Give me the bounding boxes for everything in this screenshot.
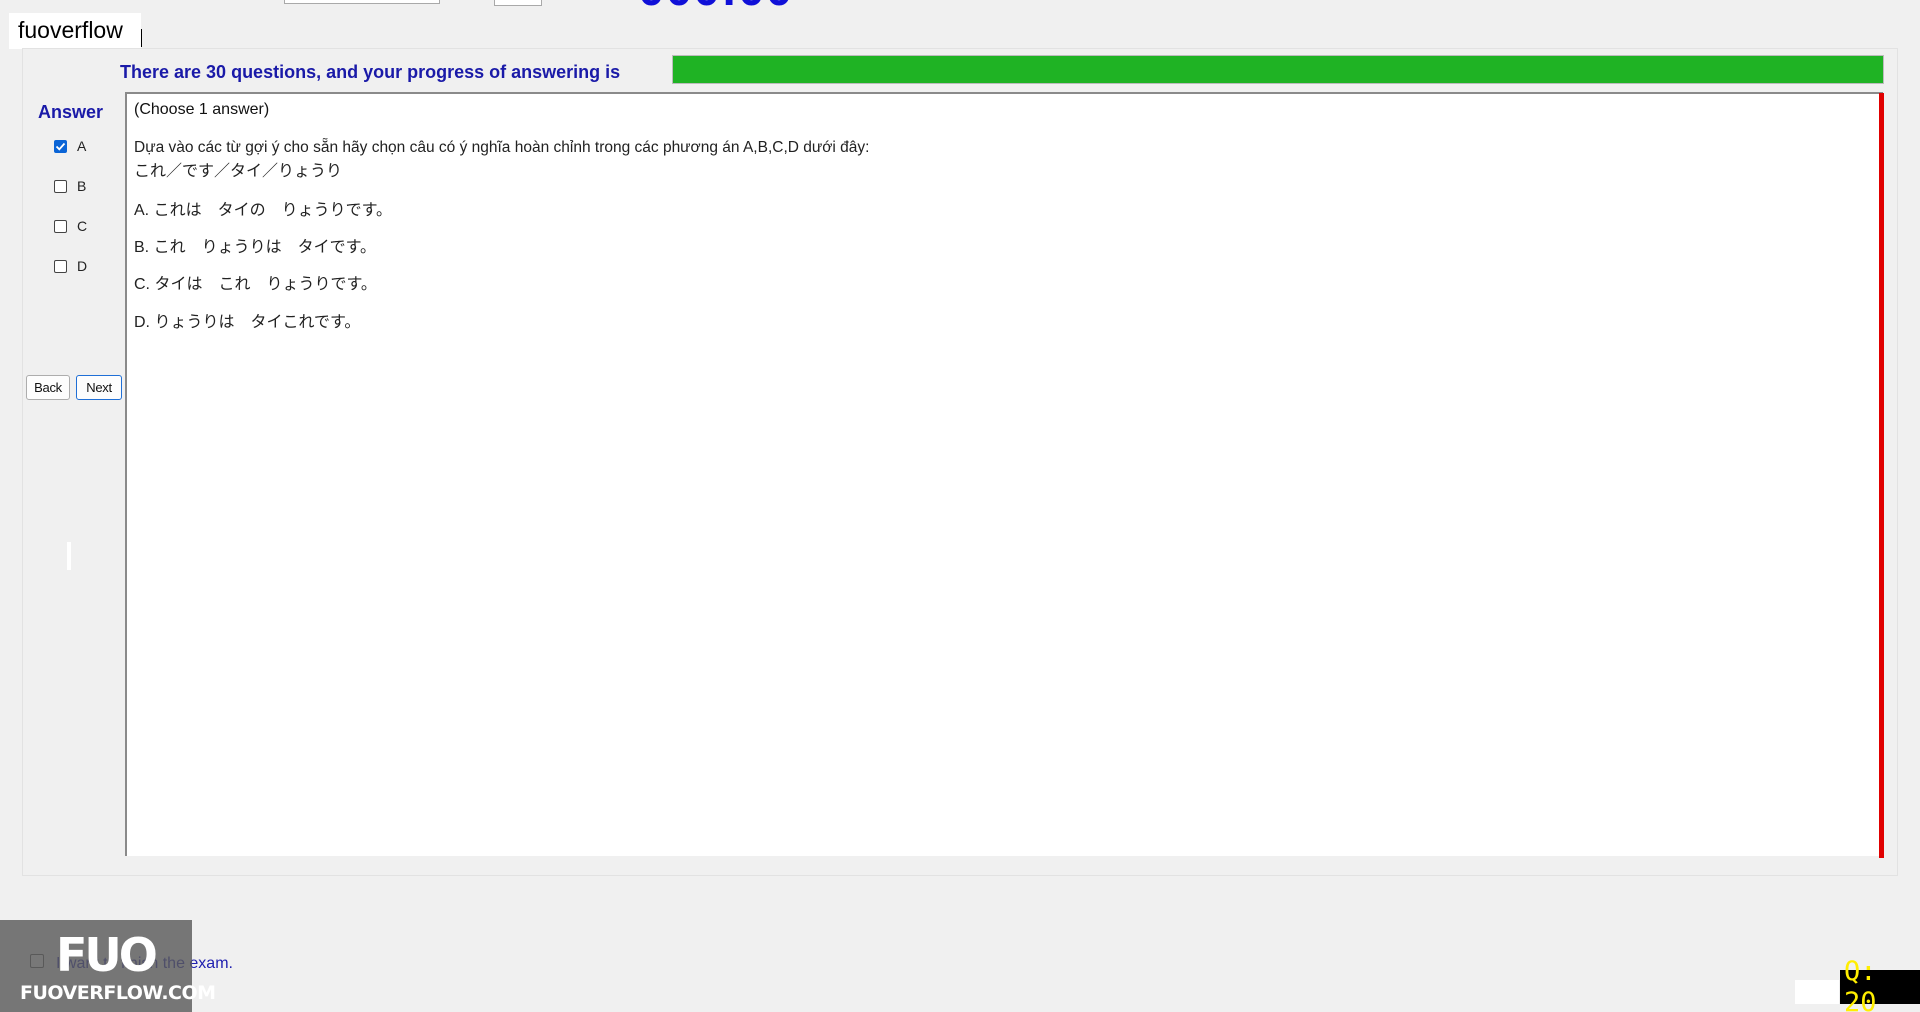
countdown-timer: 000:00 <box>638 0 793 10</box>
question-choice-d: D. りょうりは タイこれです。 <box>134 314 361 331</box>
check-icon <box>55 142 66 151</box>
back-button[interactable]: Back <box>26 375 70 400</box>
answer-option-b[interactable]: B <box>54 176 86 196</box>
progress-bar <box>672 55 1884 84</box>
fuo-logo-site: FUOVERFLOW.COM <box>20 982 216 1004</box>
question-hint-words: これ／です／タイ／りょうり <box>134 163 343 180</box>
answer-letter: B <box>77 178 87 194</box>
side-marker <box>67 542 71 570</box>
answer-checkbox-d[interactable] <box>54 259 67 273</box>
counter-backdrop <box>1795 980 1839 1004</box>
answer-heading: Answer <box>38 102 104 122</box>
answer-letter: D <box>77 258 88 274</box>
fuo-watermark-logo: FUO FUOVERFLOW.COM <box>0 920 216 1012</box>
text-cursor <box>141 29 142 47</box>
answer-checkbox-c[interactable] <box>54 219 67 233</box>
choose-hint: (Choose 1 answer) <box>134 101 270 118</box>
question-choice-b: B. これ りょうりは タイです。 <box>134 239 376 256</box>
fuo-logo-mark: FUO <box>56 928 158 982</box>
answer-option-c[interactable]: C <box>54 216 87 236</box>
question-scrollbar[interactable] <box>1879 93 1884 858</box>
answer-letter: A <box>77 138 87 154</box>
answer-option-d[interactable]: D <box>54 256 87 276</box>
question-counter: Q: 20 <box>1840 956 1920 1012</box>
question-instruction: Dựa vào các từ gợi ý cho sẵn hãy chọn câ… <box>134 139 870 156</box>
brand-label: fuoverflow <box>9 13 141 49</box>
answer-option-a[interactable]: A <box>54 136 86 156</box>
top-combo-box[interactable] <box>284 0 440 4</box>
answer-letter: C <box>77 218 88 234</box>
progress-label: There are 30 questions, and your progres… <box>120 62 621 82</box>
exam-window: 000:00 fuoverflow There are 30 questions… <box>0 0 1920 1012</box>
answer-checkbox-a[interactable] <box>54 139 67 153</box>
question-choice-a: A. これは タイの りょうりです。 <box>134 202 392 219</box>
question-choice-c: C. タイは これ りょうりです。 <box>134 276 377 293</box>
answer-checkbox-b[interactable] <box>54 179 67 193</box>
progress-bar-fill <box>673 56 1883 83</box>
next-button[interactable]: Next <box>76 375 122 400</box>
top-small-field[interactable] <box>494 0 542 6</box>
